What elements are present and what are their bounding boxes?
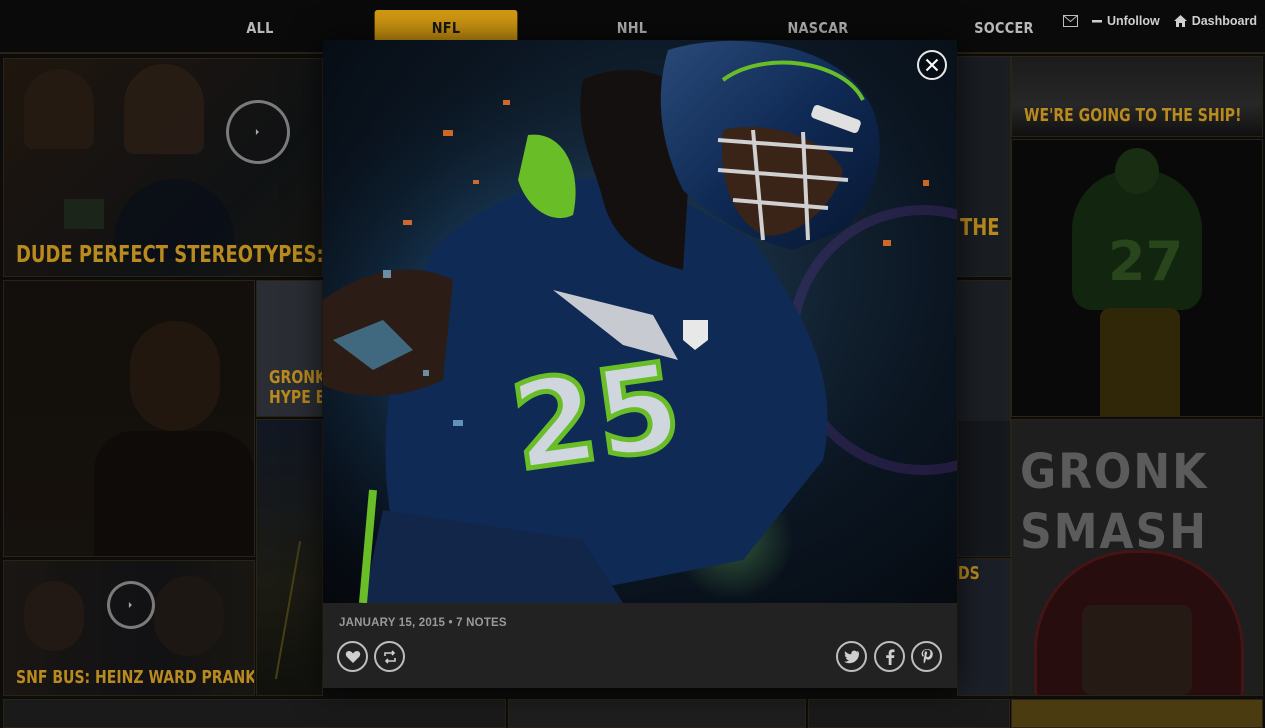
account-actions: Unfollow Dashboard (1062, 14, 1257, 28)
post-tile[interactable] (1011, 699, 1263, 728)
post-subtitle: HYPE BR (269, 387, 322, 408)
post-date: JANUARY 15, 2015 (339, 617, 446, 629)
unfollow-button[interactable]: Unfollow (1091, 14, 1160, 28)
post-meta: JANUARY 15, 2015 • 7 NOTES (339, 617, 507, 629)
tab-nfl[interactable]: NFL (374, 10, 518, 44)
tab-nascar[interactable]: NASCAR (747, 10, 890, 44)
post-footer: JANUARY 15, 2015 • 7 NOTES (323, 603, 957, 688)
minus-icon (1091, 20, 1102, 23)
pinterest-icon (921, 648, 933, 663)
tab-soccer[interactable]: SOCCER (933, 10, 1076, 44)
post-tile[interactable]: WE'RE GOING TO THE SHIP! (1011, 56, 1263, 137)
tab-all[interactable]: ALL (189, 10, 332, 44)
reblog-icon (383, 649, 396, 664)
post-tile[interactable]: THE (957, 56, 1011, 277)
post-tile[interactable]: SNF BUS: HEINZ WARD PRANK (3, 560, 255, 696)
post-notes[interactable]: 7 NOTES (456, 617, 507, 629)
football-player-illustration: 25 (323, 40, 957, 603)
post-title: THE (960, 215, 1000, 241)
play-button[interactable] (226, 100, 290, 164)
twitter-share-button[interactable] (836, 641, 867, 672)
jersey-number: 25 (504, 337, 689, 498)
like-button[interactable] (337, 641, 368, 672)
post-image: 25 (323, 40, 957, 603)
post-tile[interactable]: GRONK P HYPE BR (256, 280, 323, 417)
post-title: WE'RE GOING TO THE SHIP! (1024, 105, 1242, 126)
close-icon (925, 58, 939, 72)
post-title: DS (958, 563, 980, 584)
meta-separator: • (448, 617, 453, 629)
like-icon (345, 650, 360, 663)
twitter-icon (843, 650, 859, 663)
post-title: GRONK P (269, 367, 323, 388)
post-tile[interactable]: DUDE PERFECT STEREOTYPES: SUPER (3, 58, 323, 277)
unfollow-label: Unfollow (1106, 14, 1160, 28)
dashboard-button[interactable]: Dashboard (1173, 14, 1257, 28)
post-tile[interactable] (957, 280, 1011, 557)
mail-icon (1062, 15, 1078, 27)
tab-nhl[interactable]: NHL (561, 10, 704, 44)
post-tile[interactable] (508, 699, 806, 728)
facebook-share-button[interactable] (874, 641, 905, 672)
play-button[interactable] (107, 581, 155, 629)
post-tile[interactable] (256, 419, 323, 696)
post-tile[interactable] (3, 280, 255, 557)
post-lightbox: 25 JANUARY 15, 2015 • 7 NOTES (323, 40, 957, 688)
home-icon (1173, 15, 1187, 27)
post-tile[interactable]: GRONK SMASH (1011, 419, 1263, 696)
close-button[interactable] (917, 50, 947, 80)
dashboard-label: Dashboard (1191, 14, 1257, 28)
pinterest-share-button[interactable] (911, 641, 942, 672)
post-tile[interactable]: DS (957, 558, 1011, 696)
mail-button[interactable] (1062, 15, 1078, 27)
post-tile[interactable] (3, 699, 506, 728)
post-title: DUDE PERFECT STEREOTYPES: SUPER (16, 242, 323, 268)
facebook-icon (885, 648, 894, 665)
reblog-button[interactable] (374, 641, 405, 672)
post-tile[interactable]: 27 (1011, 139, 1263, 417)
post-tile[interactable] (808, 699, 1010, 728)
post-title: SNF BUS: HEINZ WARD PRANK (16, 667, 255, 688)
